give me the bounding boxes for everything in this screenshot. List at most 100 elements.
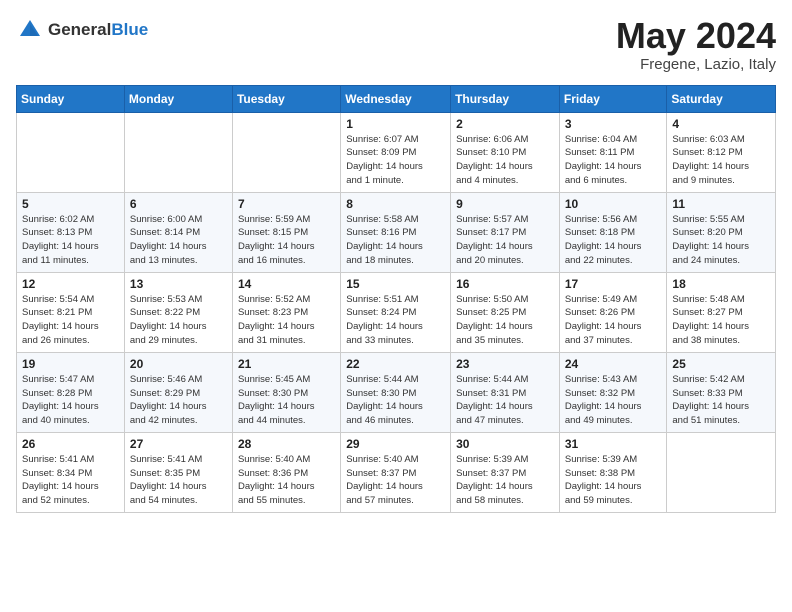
day-cell: 24 Sunrise: 5:43 AMSunset: 8:32 PMDayligh… [559, 352, 667, 432]
day-cell: 10Sunrise: 5:56 AMSunset: 8:18 PMDayligh… [559, 192, 667, 272]
day-info: Sunrise: 5:40 AMSunset: 8:37 PMDaylight:… [346, 453, 445, 508]
week-row-4: 19 Sunrise: 5:47 AMSunset: 8:28 PMDayligh… [17, 352, 776, 432]
day-number: 21 [238, 357, 335, 371]
week-row-1: 1Sunrise: 6:07 AMSunset: 8:09 PMDaylight… [17, 112, 776, 192]
week-row-5: 26 Sunrise: 5:41 AMSunset: 8:34 PMDayligh… [17, 432, 776, 512]
day-cell: 26 Sunrise: 5:41 AMSunset: 8:34 PMDayligh… [17, 432, 125, 512]
day-cell: 30Sunrise: 5:39 AMSunset: 8:37 PMDayligh… [451, 432, 560, 512]
day-info: Sunrise: 5:41 AMSunset: 8:34 PMDaylight:… [22, 453, 119, 508]
day-info: Sunrise: 5:39 AMSunset: 8:37 PMDaylight:… [456, 453, 554, 508]
day-number: 28 [238, 437, 335, 451]
day-info: Sunrise: 5:41 AMSunset: 8:35 PMDaylight:… [130, 453, 227, 508]
day-number: 13 [130, 277, 227, 291]
logo-icon [16, 16, 44, 44]
day-info: Sunrise: 5:40 AMSunset: 8:36 PMDaylight:… [238, 453, 335, 508]
calendar-body: 1Sunrise: 6:07 AMSunset: 8:09 PMDaylight… [17, 112, 776, 512]
header-day-wednesday: Wednesday [341, 85, 451, 112]
day-cell: 28 Sunrise: 5:40 AMSunset: 8:36 PMDayligh… [232, 432, 340, 512]
day-cell: 21Sunrise: 5:45 AMSunset: 8:30 PMDayligh… [232, 352, 340, 432]
location: Fregene, Lazio, Italy [616, 56, 776, 73]
day-info: Sunrise: 6:02 AMSunset: 8:13 PMDaylight:… [22, 213, 119, 268]
day-cell: 13Sunrise: 5:53 AMSunset: 8:22 PMDayligh… [124, 272, 232, 352]
day-info: Sunrise: 5:46 AMSunset: 8:29 PMDaylight:… [130, 373, 227, 428]
day-number: 5 [22, 197, 119, 211]
day-cell: 6Sunrise: 6:00 AMSunset: 8:14 PMDaylight… [124, 192, 232, 272]
day-number: 7 [238, 197, 335, 211]
day-cell: 5 Sunrise: 6:02 AMSunset: 8:13 PMDaylight… [17, 192, 125, 272]
day-number: 3 [565, 117, 662, 131]
day-cell: 3 Sunrise: 6:04 AMSunset: 8:11 PMDaylight… [559, 112, 667, 192]
day-number: 24 [565, 357, 662, 371]
day-cell: 29 Sunrise: 5:40 AMSunset: 8:37 PMDayligh… [341, 432, 451, 512]
day-info: Sunrise: 5:59 AMSunset: 8:15 PMDaylight:… [238, 213, 335, 268]
day-info: Sunrise: 5:54 AMSunset: 8:21 PMDaylight:… [22, 293, 119, 348]
day-cell: 25 Sunrise: 5:42 AMSunset: 8:33 PMDayligh… [667, 352, 776, 432]
day-info: Sunrise: 5:39 AMSunset: 8:38 PMDaylight:… [565, 453, 662, 508]
day-info: Sunrise: 5:48 AMSunset: 8:27 PMDaylight:… [672, 293, 770, 348]
day-number: 31 [565, 437, 662, 451]
day-number: 2 [456, 117, 554, 131]
day-number: 20 [130, 357, 227, 371]
header-day-sunday: Sunday [17, 85, 125, 112]
day-number: 14 [238, 277, 335, 291]
day-number: 16 [456, 277, 554, 291]
day-number: 23 [456, 357, 554, 371]
calendar-header: SundayMondayTuesdayWednesdayThursdayFrid… [17, 85, 776, 112]
day-cell [232, 112, 340, 192]
day-info: Sunrise: 5:52 AMSunset: 8:23 PMDaylight:… [238, 293, 335, 348]
page-header: GeneralBlue May 2024 Fregene, Lazio, Ita… [16, 16, 776, 73]
day-info: Sunrise: 6:03 AMSunset: 8:12 PMDaylight:… [672, 133, 770, 188]
day-number: 17 [565, 277, 662, 291]
day-number: 12 [22, 277, 119, 291]
day-cell: 8 Sunrise: 5:58 AMSunset: 8:16 PMDaylight… [341, 192, 451, 272]
day-info: Sunrise: 6:07 AMSunset: 8:09 PMDaylight:… [346, 133, 445, 188]
day-cell: 19 Sunrise: 5:47 AMSunset: 8:28 PMDayligh… [17, 352, 125, 432]
day-number: 8 [346, 197, 445, 211]
day-cell: 17Sunrise: 5:49 AMSunset: 8:26 PMDayligh… [559, 272, 667, 352]
day-cell: 11Sunrise: 5:55 AMSunset: 8:20 PMDayligh… [667, 192, 776, 272]
week-row-3: 12 Sunrise: 5:54 AMSunset: 8:21 PMDayligh… [17, 272, 776, 352]
day-cell: 23Sunrise: 5:44 AMSunset: 8:31 PMDayligh… [451, 352, 560, 432]
day-info: Sunrise: 5:50 AMSunset: 8:25 PMDaylight:… [456, 293, 554, 348]
day-info: Sunrise: 5:43 AMSunset: 8:32 PMDaylight:… [565, 373, 662, 428]
day-info: Sunrise: 6:04 AMSunset: 8:11 PMDaylight:… [565, 133, 662, 188]
day-cell: 9Sunrise: 5:57 AMSunset: 8:17 PMDaylight… [451, 192, 560, 272]
day-cell: 22 Sunrise: 5:44 AMSunset: 8:30 PMDayligh… [341, 352, 451, 432]
header-day-saturday: Saturday [667, 85, 776, 112]
day-info: Sunrise: 5:58 AMSunset: 8:16 PMDaylight:… [346, 213, 445, 268]
day-cell: 18Sunrise: 5:48 AMSunset: 8:27 PMDayligh… [667, 272, 776, 352]
day-info: Sunrise: 5:55 AMSunset: 8:20 PMDaylight:… [672, 213, 770, 268]
day-info: Sunrise: 5:42 AMSunset: 8:33 PMDaylight:… [672, 373, 770, 428]
day-cell [124, 112, 232, 192]
week-row-2: 5 Sunrise: 6:02 AMSunset: 8:13 PMDaylight… [17, 192, 776, 272]
day-info: Sunrise: 5:44 AMSunset: 8:30 PMDaylight:… [346, 373, 445, 428]
day-number: 15 [346, 277, 445, 291]
day-cell: 31 Sunrise: 5:39 AMSunset: 8:38 PMDayligh… [559, 432, 667, 512]
day-cell: 1Sunrise: 6:07 AMSunset: 8:09 PMDaylight… [341, 112, 451, 192]
calendar-table: SundayMondayTuesdayWednesdayThursdayFrid… [16, 85, 776, 513]
header-day-tuesday: Tuesday [232, 85, 340, 112]
day-info: Sunrise: 5:51 AMSunset: 8:24 PMDaylight:… [346, 293, 445, 348]
day-cell [17, 112, 125, 192]
header-row: SundayMondayTuesdayWednesdayThursdayFrid… [17, 85, 776, 112]
day-info: Sunrise: 6:06 AMSunset: 8:10 PMDaylight:… [456, 133, 554, 188]
day-number: 26 [22, 437, 119, 451]
day-number: 29 [346, 437, 445, 451]
day-info: Sunrise: 5:57 AMSunset: 8:17 PMDaylight:… [456, 213, 554, 268]
day-cell: 20 Sunrise: 5:46 AMSunset: 8:29 PMDayligh… [124, 352, 232, 432]
day-cell: 15 Sunrise: 5:51 AMSunset: 8:24 PMDayligh… [341, 272, 451, 352]
day-cell: 7 Sunrise: 5:59 AMSunset: 8:15 PMDaylight… [232, 192, 340, 272]
header-day-friday: Friday [559, 85, 667, 112]
day-number: 4 [672, 117, 770, 131]
day-number: 27 [130, 437, 227, 451]
day-cell: 16 Sunrise: 5:50 AMSunset: 8:25 PMDayligh… [451, 272, 560, 352]
day-number: 19 [22, 357, 119, 371]
day-number: 22 [346, 357, 445, 371]
day-number: 10 [565, 197, 662, 211]
day-cell: 14 Sunrise: 5:52 AMSunset: 8:23 PMDayligh… [232, 272, 340, 352]
day-number: 25 [672, 357, 770, 371]
day-info: Sunrise: 5:47 AMSunset: 8:28 PMDaylight:… [22, 373, 119, 428]
title-block: May 2024 Fregene, Lazio, Italy [616, 16, 776, 73]
logo-text-blue: Blue [111, 20, 148, 39]
logo: GeneralBlue [16, 16, 148, 44]
